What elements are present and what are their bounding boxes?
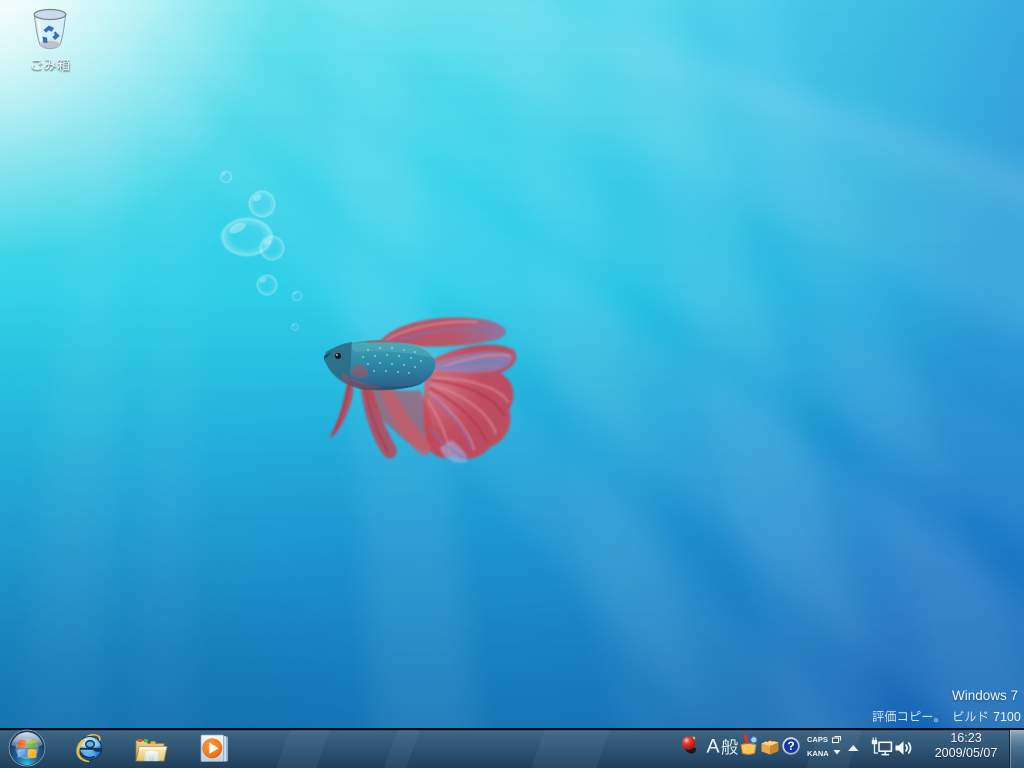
svg-text:7100: 7100	[993, 710, 1021, 724]
